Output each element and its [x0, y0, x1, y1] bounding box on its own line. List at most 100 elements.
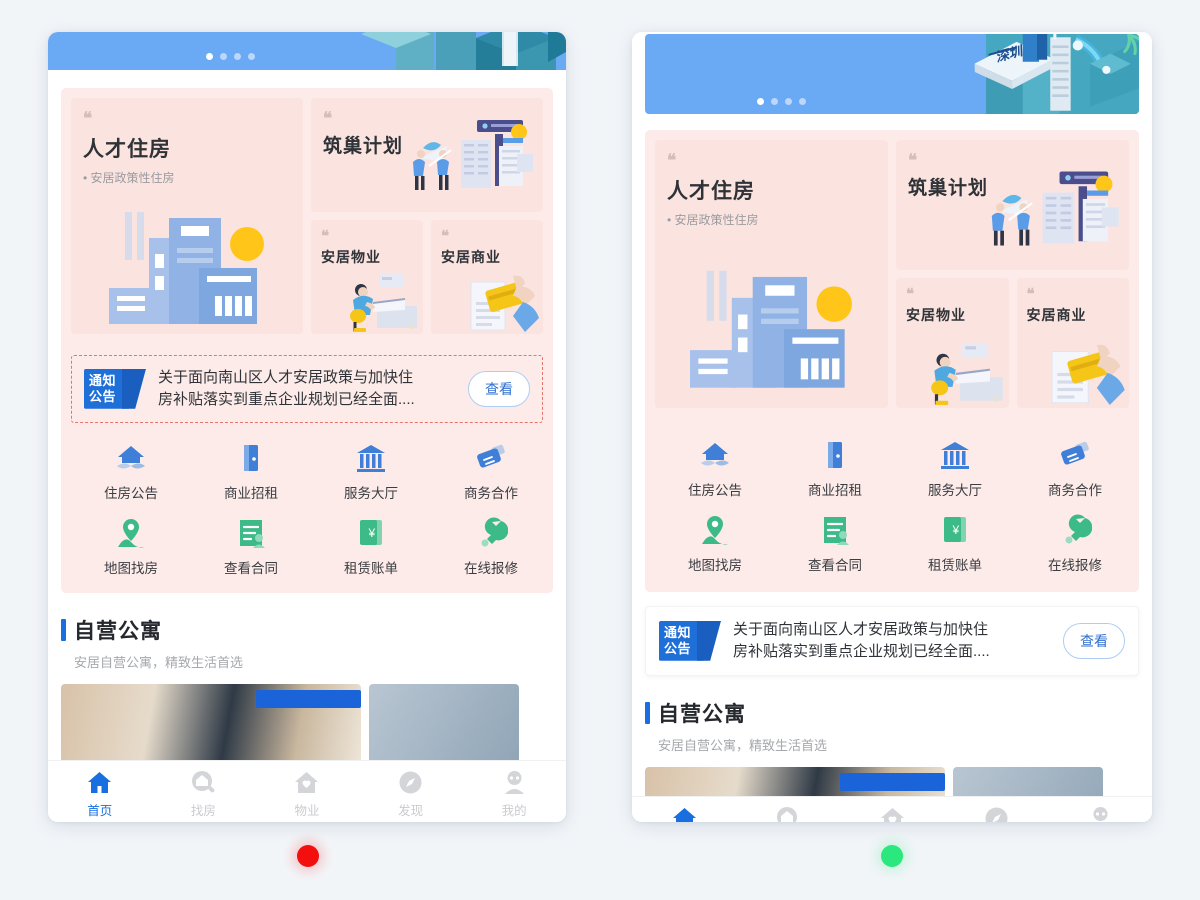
talent-housing-card[interactable]: ❝ 人才住房 • 安居政策性住房	[71, 98, 303, 334]
yen-book-icon: ¥	[354, 516, 388, 550]
grid-item-commercial-lease[interactable]: 商业招租	[775, 438, 895, 499]
notice-badge-line2: 公告	[664, 640, 692, 656]
notice-text-line2: 房补贴落实到重点企业规划已经全面....	[158, 390, 415, 408]
people-charts-illustration	[977, 168, 1123, 268]
grid-item-business-cooperation[interactable]: 商务合作	[1015, 438, 1135, 499]
contract-person-icon	[818, 513, 852, 547]
nest-plan-card[interactable]: ❝ 筑巢计划	[896, 140, 1129, 270]
announcement-banner[interactable]: 通知 公告 关于面向南山区人才安居政策与加快住 房补贴落实到重点企业规划已经全面…	[645, 606, 1139, 676]
handshake-cards-icon	[1058, 438, 1092, 472]
section-subtitle: 安居自营公寓，精致生活首选	[74, 654, 244, 670]
grid-item-view-contract[interactable]: 查看合同	[191, 516, 311, 577]
notice-badge: 通知 公告	[659, 620, 721, 661]
grid-item-housing-notice[interactable]: 住房公告	[71, 441, 191, 502]
bank-icon	[354, 441, 388, 475]
search-house-icon	[190, 769, 217, 796]
contract-person-icon	[234, 516, 268, 550]
grid-item-service-hall[interactable]: 服务大厅	[311, 441, 431, 502]
grid-item-service-hall[interactable]: 服务大厅	[895, 438, 1015, 499]
notice-badge-line1: 通知	[89, 372, 117, 388]
anju-commerce-card[interactable]: ❝ 安居商业	[1016, 278, 1129, 408]
tab-discover[interactable]: 发现	[359, 761, 463, 822]
announcement-banner[interactable]: 通知 公告 关于面向南山区人才安居政策与加快住 房补贴落实到重点企业规划已经全面…	[71, 355, 543, 423]
quote-icon: ❝	[1026, 287, 1035, 303]
grid-item-rent-bill[interactable]: ¥ 租赁账单	[311, 516, 431, 577]
notice-view-button[interactable]: 查看	[1063, 622, 1125, 659]
grid-item-view-contract[interactable]: 查看合同	[775, 513, 895, 574]
tab-home[interactable]: 首页	[632, 797, 736, 822]
talent-housing-card[interactable]: ❝ 人才住房 • 安居政策性住房	[655, 140, 888, 408]
carousel-dot-2[interactable]	[220, 53, 227, 60]
bottom-tab-bar[interactable]: 首页 找房 物业 发现	[632, 796, 1152, 822]
promo-right-column: ❝ 筑巢计划 ❝ 安居物业 ❝ 安居商业	[896, 140, 1129, 408]
grid-item-business-cooperation[interactable]: 商务合作	[431, 441, 551, 502]
wrench-icon	[474, 516, 508, 550]
carousel-dots[interactable]	[206, 53, 255, 60]
carousel-dot-3[interactable]	[785, 98, 792, 105]
person-icon	[501, 769, 528, 796]
carousel-dot-3[interactable]	[234, 53, 241, 60]
anju-property-card[interactable]: ❝ 安居物业	[896, 278, 1009, 408]
talent-housing-title: 人才住房	[667, 180, 755, 203]
map-pin-icon	[114, 516, 148, 550]
grid-label: 服务大厅	[928, 483, 982, 498]
carousel-dots[interactable]	[757, 98, 806, 105]
tab-label: 物业	[294, 804, 320, 818]
grid-item-feedback[interactable]: 意见反馈	[551, 441, 566, 502]
service-icon-grid: 住房公告 商业招租 服务大厅 商务合作 地图找房 查看合同 ¥ 租赁账单 在线报…	[655, 438, 1152, 592]
notice-view-button[interactable]: 查看	[468, 370, 530, 407]
person-at-desk-illustration	[333, 272, 421, 334]
home-carousel-banner[interactable]	[48, 32, 566, 70]
home-carousel-banner[interactable]: 深圳	[645, 34, 1139, 114]
anju-commerce-card[interactable]: ❝ 安居商业	[431, 220, 543, 334]
tab-property[interactable]: 物业	[840, 797, 944, 822]
grid-item-parking-payment[interactable]: P 停车缴费	[1135, 513, 1152, 574]
grid-item-commercial-lease[interactable]: 商业招租	[191, 441, 311, 502]
tab-label: 首页	[87, 804, 113, 818]
tab-find-house[interactable]: 找房	[736, 797, 840, 822]
map-pin-icon	[698, 513, 732, 547]
home-icon	[671, 805, 698, 822]
grid-label: 查看合同	[224, 560, 278, 576]
grid-label: 商务合作	[464, 485, 518, 501]
phone-mockup-left: ❝ 人才住房 • 安居政策性住房 ❝ 筑巢计划 ❝ 安居物业 ❝ 安居商业 通知…	[48, 32, 566, 822]
grid-item-feedback[interactable]: 意见反馈	[1135, 438, 1152, 499]
notice-text: 关于面向南山区人才安居政策与加快住 房补贴落实到重点企业规划已经全面....	[733, 619, 1051, 663]
section-header: 自营公寓 安居自营公寓，精致生活首选	[632, 698, 1152, 754]
grid-item-rent-bill[interactable]: ¥ 租赁账单	[895, 513, 1015, 574]
carousel-dot-2[interactable]	[771, 98, 778, 105]
wrench-icon	[1058, 513, 1092, 547]
phone-mockup-right: 深圳 ❝ 人才住房 • 安居政策性住房 ❝ 筑巢计划 ❝ 安居物业 ❝ 安居商业…	[632, 32, 1152, 822]
house-hand-icon	[114, 441, 148, 475]
carousel-dot-4[interactable]	[799, 98, 806, 105]
grid-item-online-repair[interactable]: 在线报修	[431, 516, 551, 577]
quote-icon: ❝	[908, 151, 918, 170]
talent-housing-title: 人才住房	[83, 138, 171, 161]
tab-discover[interactable]: 发现	[944, 797, 1048, 822]
isometric-city-illustration	[48, 32, 566, 70]
tab-find-house[interactable]: 找房	[152, 761, 256, 822]
grid-item-online-repair[interactable]: 在线报修	[1015, 513, 1135, 574]
carousel-dot-4[interactable]	[248, 53, 255, 60]
carousel-dot-1[interactable]	[757, 98, 764, 105]
section-subtitle: 安居自营公寓，精致生活首选	[658, 737, 828, 753]
tab-property[interactable]: 物业	[255, 761, 359, 822]
anju-property-card[interactable]: ❝ 安居物业	[311, 220, 423, 334]
compass-icon	[983, 805, 1010, 822]
carousel-dot-1[interactable]	[206, 53, 213, 60]
tab-mine[interactable]: 我的	[462, 761, 566, 822]
quote-icon: ❝	[83, 109, 93, 128]
tab-mine[interactable]: 我的	[1048, 797, 1152, 822]
promo-small-row: ❝ 安居物业 ❝ 安居商业	[311, 220, 543, 334]
section-header: 自营公寓 安居自营公寓，精致生活首选	[48, 615, 566, 671]
promo-right-column: ❝ 筑巢计划 ❝ 安居物业 ❝ 安居商业	[311, 98, 543, 334]
grid-item-housing-notice[interactable]: 住房公告	[655, 438, 775, 499]
notice-text: 关于面向南山区人才安居政策与加快住 房补贴落实到重点企业规划已经全面....	[158, 367, 456, 411]
grid-label: 商业招租	[224, 485, 278, 501]
tab-home[interactable]: 首页	[48, 761, 152, 822]
grid-item-parking-payment[interactable]: P 停车缴费	[551, 516, 566, 577]
bottom-tab-bar[interactable]: 首页 找房 物业 发现	[48, 760, 566, 822]
grid-item-map-find-house[interactable]: 地图找房	[655, 513, 775, 574]
grid-item-map-find-house[interactable]: 地图找房	[71, 516, 191, 577]
nest-plan-card[interactable]: ❝ 筑巢计划	[311, 98, 543, 212]
